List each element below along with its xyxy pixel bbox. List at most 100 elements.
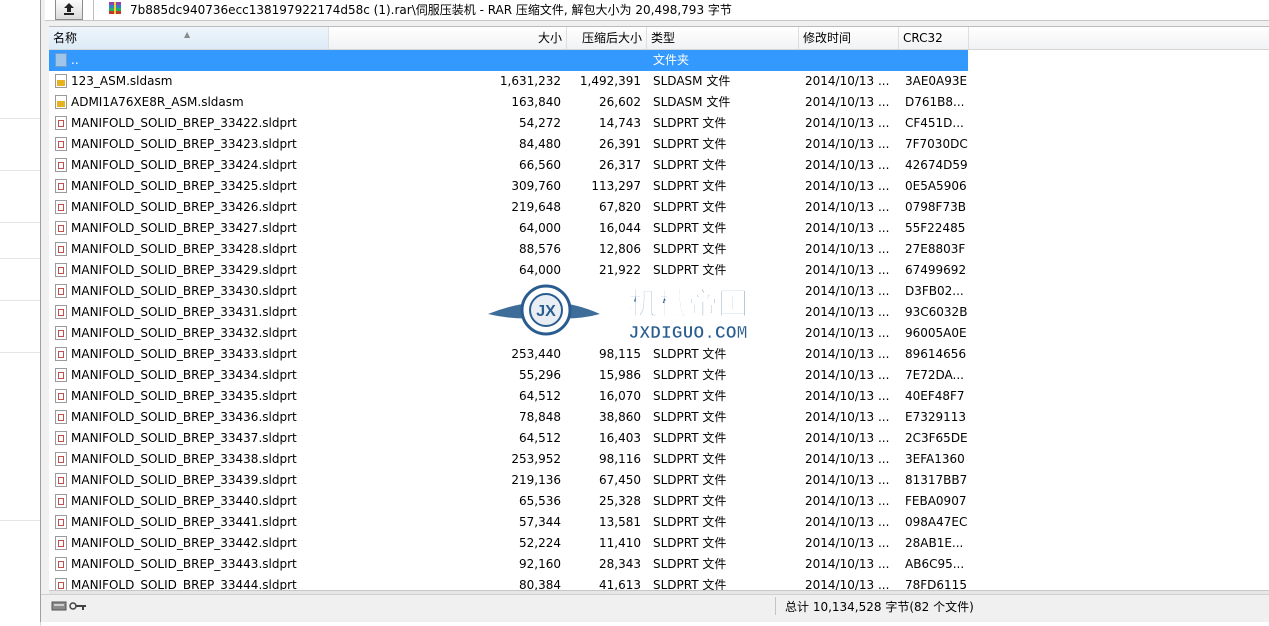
- file-packed-size: 16,070: [599, 389, 641, 403]
- file-crc: 3AE0A93E: [905, 74, 968, 88]
- file-modified: 2014/10/13 ...: [805, 347, 890, 361]
- file-row[interactable]: MANIFOLD_SOLID_BREP_33423.sldprt 84,480 26…: [49, 134, 1269, 155]
- file-modified: 2014/10/13 ...: [805, 158, 890, 172]
- file-packed-size: 67,820: [599, 200, 641, 214]
- file-size: 64,512: [519, 389, 561, 403]
- file-name: MANIFOLD_SOLID_BREP_33422.sldprt: [71, 116, 297, 130]
- up-arrow-icon: [64, 3, 74, 15]
- sldasm-file-icon: [55, 74, 67, 88]
- file-name: MANIFOLD_SOLID_BREP_33432.sldprt: [71, 326, 297, 340]
- file-modified: 2014/10/13 ...: [805, 557, 890, 571]
- file-type: SLDPRT 文件: [653, 116, 727, 130]
- file-name: MANIFOLD_SOLID_BREP_33434.sldprt: [71, 368, 297, 382]
- file-modified: 2014/10/13 ...: [805, 536, 890, 550]
- column-header-packed[interactable]: 压缩后大小: [567, 27, 647, 49]
- file-row[interactable]: ADMI1A76XE8R_ASM.sldasm 163,840 26,602 SLDA…: [49, 92, 1269, 113]
- file-row[interactable]: MANIFOLD_SOLID_BREP_33439.sldprt 219,136 6…: [49, 470, 1269, 491]
- file-size: 57,344: [519, 515, 561, 529]
- file-packed-size: 98,115: [599, 347, 641, 361]
- file-crc: 0798F73B: [905, 200, 966, 214]
- sldprt-file-icon: [55, 179, 67, 193]
- file-name: MANIFOLD_SOLID_BREP_33431.sldprt: [71, 305, 297, 319]
- file-row[interactable]: MANIFOLD_SOLID_BREP_33428.sldprt 88,576 12…: [49, 239, 1269, 260]
- sldprt-file-icon: [55, 431, 67, 445]
- file-packed-size: 67,450: [599, 473, 641, 487]
- file-packed-size: 13,581: [599, 515, 641, 529]
- file-row[interactable]: MANIFOLD_SOLID_BREP_33443.sldprt 92,160 28…: [49, 554, 1269, 575]
- sldprt-file-icon: [55, 368, 67, 382]
- file-modified: 2014/10/13 ...: [805, 200, 890, 214]
- file-name: MANIFOLD_SOLID_BREP_33433.sldprt: [71, 347, 297, 361]
- archive-path[interactable]: 7b885dc940736ecc138197922174d58c (1).rar…: [130, 1, 732, 18]
- file-crc: 40EF48F7: [905, 389, 965, 403]
- parent-folder-row[interactable]: .. 文件夹: [49, 50, 1269, 71]
- file-type: SLDPRT 文件: [653, 536, 727, 550]
- sldprt-file-icon: [55, 263, 67, 277]
- file-name: MANIFOLD_SOLID_BREP_33435.sldprt: [71, 389, 297, 403]
- up-folder-button[interactable]: [55, 0, 83, 20]
- file-row[interactable]: MANIFOLD_SOLID_BREP_33437.sldprt 64,512 16…: [49, 428, 1269, 449]
- file-row[interactable]: MANIFOLD_SOLID_BREP_33426.sldprt 219,648 6…: [49, 197, 1269, 218]
- file-modified: 2014/10/13 ...: [805, 284, 890, 298]
- file-name: ADMI1A76XE8R_ASM.sldasm: [71, 95, 244, 109]
- file-packed-size: 11,410: [599, 536, 641, 550]
- file-row[interactable]: MANIFOLD_SOLID_BREP_33429.sldprt 64,000 21…: [49, 260, 1269, 281]
- file-row[interactable]: MANIFOLD_SOLID_BREP_33444.sldprt 80,384 41…: [49, 575, 1269, 591]
- column-header-size[interactable]: 大小: [329, 27, 567, 49]
- file-crc: 28AB1E...: [905, 536, 964, 550]
- column-header-name[interactable]: 名称 ▲: [49, 27, 329, 49]
- file-size: 253,952: [511, 452, 561, 466]
- file-crc: 098A47EC: [905, 515, 968, 529]
- folder-icon: [55, 53, 67, 67]
- file-row[interactable]: MANIFOLD_SOLID_BREP_33434.sldprt 55,296 15…: [49, 365, 1269, 386]
- file-row[interactable]: MANIFOLD_SOLID_BREP_33440.sldprt 65,536 25…: [49, 491, 1269, 512]
- file-crc: 89614656: [905, 347, 967, 361]
- file-row[interactable]: MANIFOLD_SOLID_BREP_33435.sldprt 64,512 16…: [49, 386, 1269, 407]
- file-row[interactable]: MANIFOLD_SOLID_BREP_33427.sldprt 64,000 16…: [49, 218, 1269, 239]
- file-type: SLDPRT 文件: [653, 242, 727, 256]
- file-name: MANIFOLD_SOLID_BREP_33438.sldprt: [71, 452, 297, 466]
- address-bar: 7b885dc940736ecc138197922174d58c (1).rar…: [45, 0, 1269, 21]
- file-row[interactable]: MANIFOLD_SOLID_BREP_33442.sldprt 52,224 11…: [49, 533, 1269, 554]
- column-header-crc[interactable]: CRC32: [899, 27, 969, 49]
- file-type: SLDPRT 文件: [653, 158, 727, 172]
- file-crc: 0E5A5906: [905, 179, 967, 193]
- file-type: SLDPRT 文件: [653, 221, 727, 235]
- file-crc: 55F22485: [905, 221, 966, 235]
- file-packed-size: 15,986: [599, 368, 641, 382]
- file-row[interactable]: MANIFOLD_SOLID_BREP_33441.sldprt 57,344 13…: [49, 512, 1269, 533]
- watermark-logo: JX 机械帝国 JXDIGUO.COM: [488, 284, 749, 344]
- file-modified: 2014/10/13 ...: [805, 263, 890, 277]
- file-packed-size: 12,806: [599, 242, 641, 256]
- file-packed-size: 98,116: [599, 452, 641, 466]
- file-row[interactable]: MANIFOLD_SOLID_BREP_33438.sldprt 253,952 9…: [49, 449, 1269, 470]
- file-packed-size: 1,492,391: [579, 74, 641, 88]
- file-row[interactable]: 123_ASM.sldasm 1,631,232 1,492,391 SLDASM 文…: [49, 71, 1269, 92]
- file-modified: 2014/10/13 ...: [805, 242, 890, 256]
- file-name: MANIFOLD_SOLID_BREP_33441.sldprt: [71, 515, 297, 529]
- file-modified: 2014/10/13 ...: [805, 431, 890, 445]
- file-type: SLDPRT 文件: [653, 179, 727, 193]
- column-header-type[interactable]: 类型: [647, 27, 799, 49]
- file-size: 88,576: [519, 242, 561, 256]
- sldprt-file-icon: [55, 242, 67, 256]
- file-crc: 27E8803F: [905, 242, 966, 256]
- file-modified: 2014/10/13 ...: [805, 494, 890, 508]
- column-header-modified[interactable]: 修改时间: [799, 27, 899, 49]
- file-row[interactable]: MANIFOLD_SOLID_BREP_33436.sldprt 78,848 38…: [49, 407, 1269, 428]
- file-crc: 81317BB7: [905, 473, 968, 487]
- file-packed-size: 26,317: [599, 158, 641, 172]
- file-packed-size: 38,860: [599, 410, 641, 424]
- file-row[interactable]: MANIFOLD_SOLID_BREP_33422.sldprt 54,272 14…: [49, 113, 1269, 134]
- file-row[interactable]: MANIFOLD_SOLID_BREP_33425.sldprt 309,760 1…: [49, 176, 1269, 197]
- file-size: 84,480: [519, 137, 561, 151]
- watermark-cn: 机械帝国: [628, 287, 748, 322]
- file-type: SLDASM 文件: [653, 95, 731, 109]
- file-row[interactable]: MANIFOLD_SOLID_BREP_33424.sldprt 66,560 26…: [49, 155, 1269, 176]
- file-packed-size: 16,403: [599, 431, 641, 445]
- file-crc: D3FB02...: [905, 284, 964, 298]
- file-row[interactable]: MANIFOLD_SOLID_BREP_33433.sldprt 253,440 9…: [49, 344, 1269, 365]
- file-packed-size: 26,391: [599, 137, 641, 151]
- file-size: 309,760: [511, 179, 561, 193]
- sldprt-file-icon: [55, 410, 67, 424]
